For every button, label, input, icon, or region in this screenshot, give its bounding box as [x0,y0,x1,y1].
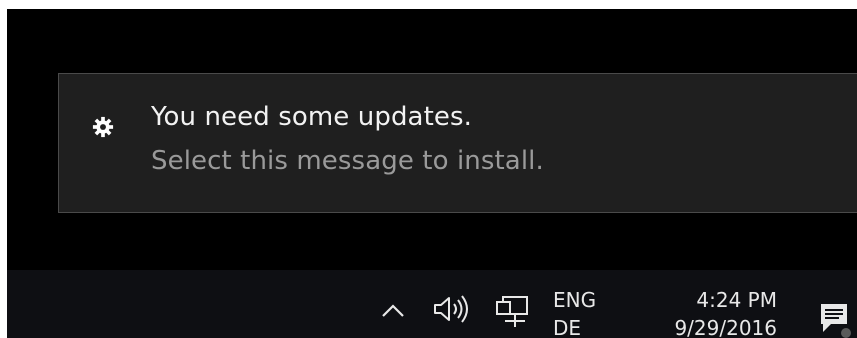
clock-date: 9/29/2016 [674,316,777,338]
taskbar: ENG DE 4:24 PM 9/29/2016 [7,270,857,338]
language-code: ENG [553,288,597,312]
chevron-up-icon[interactable] [380,300,406,320]
notification-title: You need some updates. [151,102,472,132]
taskbar-clock[interactable]: 4:24 PM 9/29/2016 [637,286,777,338]
update-notification-toast[interactable]: You need some updates. Select this messa… [58,73,857,213]
action-center-icon[interactable] [819,302,851,338]
clock-time: 4:24 PM [696,288,777,312]
desktop-screen: You need some updates. Select this messa… [7,9,857,338]
input-language-indicator[interactable]: ENG DE [553,286,605,338]
notification-message: Select this message to install. [151,146,544,176]
network-icon[interactable] [495,294,531,328]
speaker-icon[interactable] [432,294,476,324]
keyboard-layout-code: DE [553,316,582,338]
gear-icon [92,116,114,138]
